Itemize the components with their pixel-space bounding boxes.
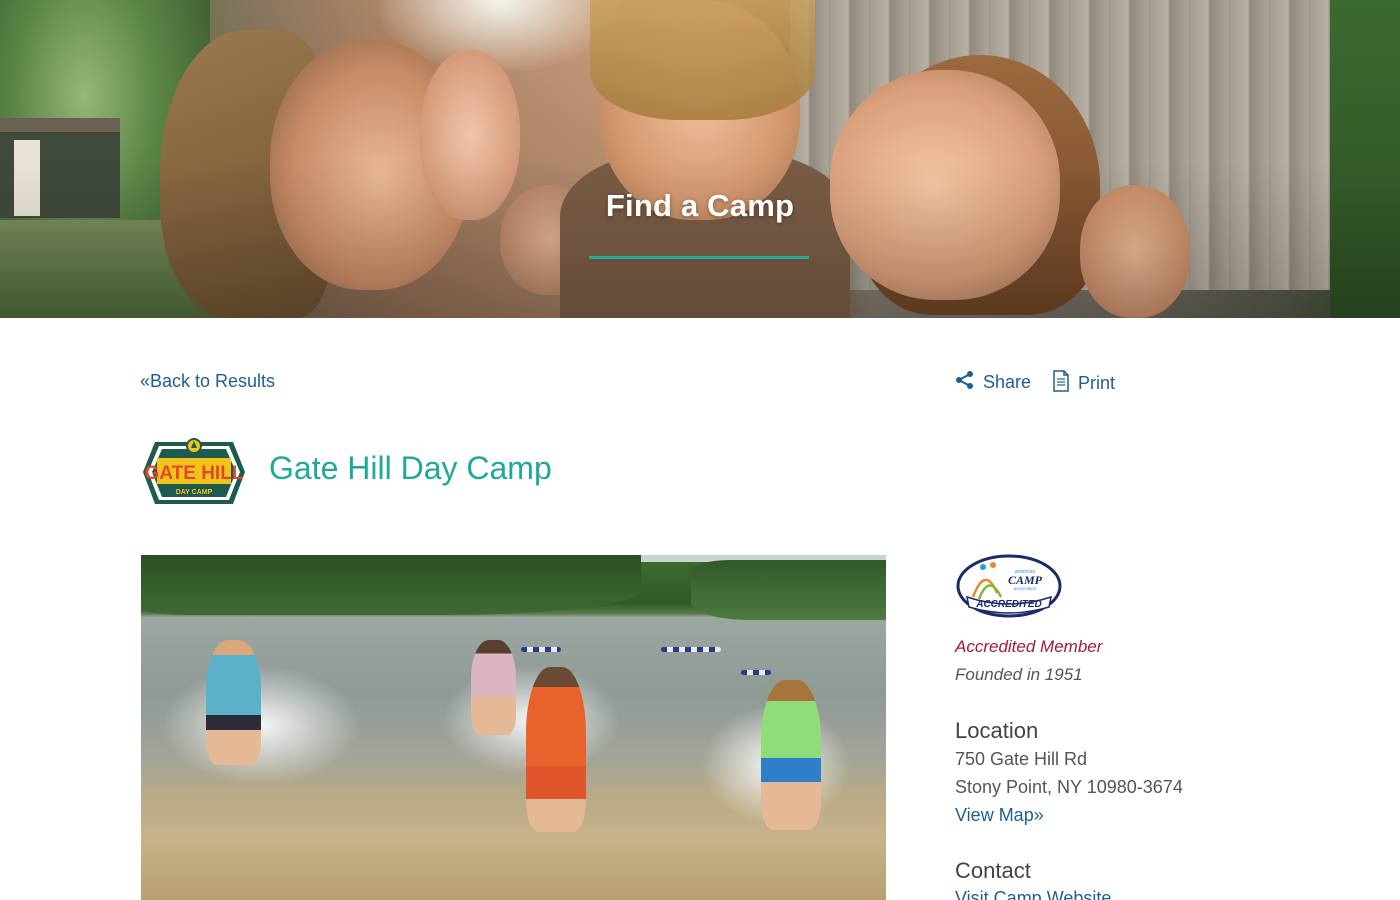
logo-subtext: DAY CAMP [176, 489, 213, 496]
share-button[interactable]: Share [955, 370, 1031, 395]
view-map-link[interactable]: View Map» [955, 805, 1044, 826]
print-icon [1052, 370, 1070, 397]
aca-accredited-badge: american CAMP association ACCREDITED [955, 553, 1063, 619]
camp-name: Gate Hill Day Camp [269, 450, 552, 486]
photo-hill-right [691, 560, 886, 620]
photo-splash [161, 665, 361, 785]
hero-overlay [0, 0, 1400, 318]
address-line-1: 750 Gate Hill Rd [955, 749, 1088, 769]
photo-buoy-line [741, 670, 771, 675]
contact-heading: Contact [955, 858, 1031, 883]
share-icon [955, 370, 975, 395]
photo-hill-left [141, 555, 641, 615]
photo-buoy-line [521, 647, 561, 652]
share-label: Share [983, 372, 1032, 392]
print-button[interactable]: Print [1052, 370, 1115, 397]
camp-logo: GATE HILL DAY CAMP [141, 434, 247, 510]
badge-text: association [1014, 586, 1037, 591]
visit-camp-website-link[interactable]: Visit Camp Website [955, 888, 1111, 900]
address-line-2: Stony Point, NY 10980-3674 [955, 777, 1183, 797]
photo-child [761, 680, 821, 830]
badge-text: CAMP [1008, 573, 1043, 587]
photo-child [206, 640, 261, 765]
photo-child [471, 640, 516, 735]
accredited-member-text: Accredited Member [955, 637, 1103, 656]
location-heading: Location [955, 718, 1039, 743]
badge-label: ACCREDITED [975, 599, 1042, 610]
logo-text: GATE HILL [145, 463, 244, 484]
print-label: Print [1078, 373, 1116, 393]
photo-buoy-line [661, 647, 721, 652]
camp-photo [141, 555, 886, 900]
hero-banner: Find a Camp [0, 0, 1400, 318]
back-to-results-link[interactable]: «Back to Results [140, 371, 275, 392]
page-title: Find a Camp [605, 188, 795, 223]
photo-child [526, 667, 586, 832]
founded-text: Founded in 1951 [955, 665, 1083, 684]
title-underline [589, 256, 809, 259]
